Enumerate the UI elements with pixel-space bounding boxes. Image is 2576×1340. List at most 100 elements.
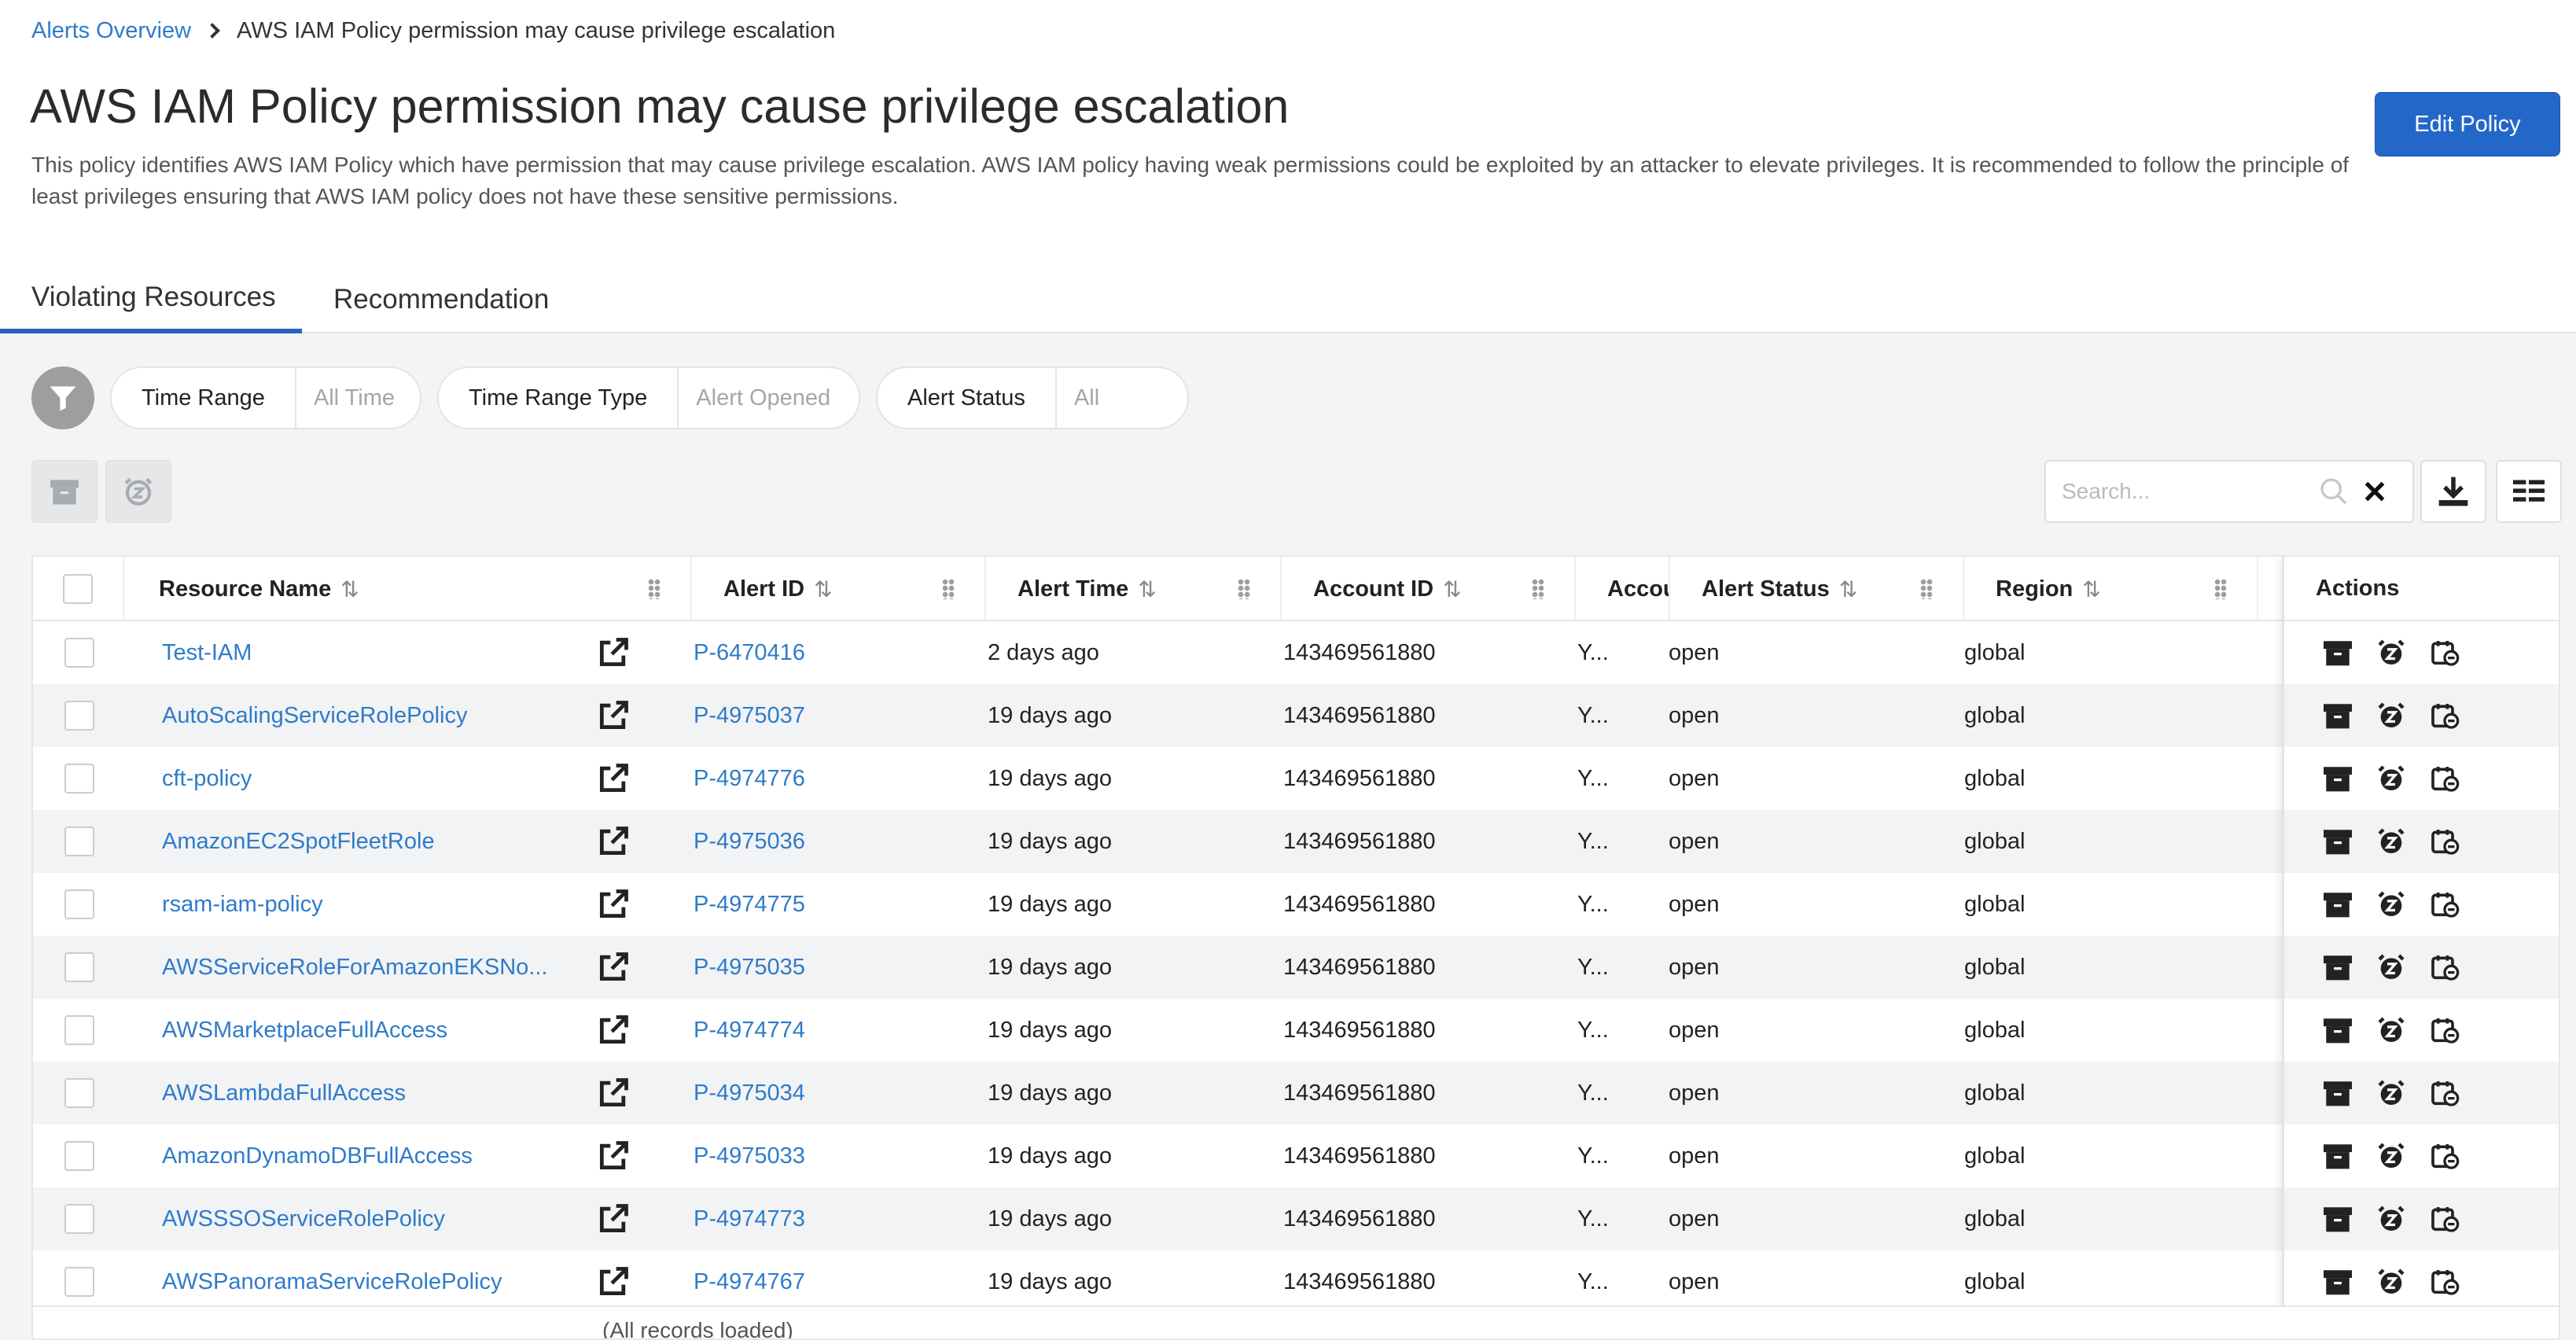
snooze-icon[interactable] <box>2375 1203 2407 1235</box>
external-link-icon[interactable] <box>590 621 637 684</box>
bulk-snooze-button[interactable] <box>105 460 171 523</box>
snooze-icon[interactable] <box>2375 1077 2407 1109</box>
snooze-icon[interactable] <box>2375 700 2407 731</box>
filter-time-range-type[interactable]: Time Range Type Alert Opened <box>437 366 860 429</box>
resource-name-link[interactable]: AWSLambdaFullAccess <box>162 1062 587 1125</box>
row-checkbox[interactable] <box>64 701 94 731</box>
breadcrumb-alerts-overview-link[interactable]: Alerts Overview <box>31 18 191 44</box>
alert-id-link[interactable]: P-6470416 <box>694 621 929 684</box>
snooze-icon[interactable] <box>2375 637 2407 668</box>
exemption-calendar-icon[interactable] <box>2429 1014 2460 1046</box>
resource-name-link[interactable]: AWSServiceRoleForAmazonEKSNo... <box>162 936 587 999</box>
external-link-icon[interactable] <box>590 810 637 873</box>
exemption-calendar-icon[interactable] <box>2429 637 2460 668</box>
dismiss-archive-icon[interactable] <box>2322 637 2353 668</box>
external-link-icon[interactable] <box>590 1062 637 1125</box>
column-header-alert-id[interactable]: Alert ID ⇅ <box>692 557 986 621</box>
table-row[interactable]: rsam-iam-policy P-4974775 19 days ago 14346… <box>33 873 2282 936</box>
external-link-icon[interactable] <box>590 999 637 1062</box>
row-checkbox[interactable] <box>64 826 94 856</box>
table-row[interactable]: AWSSSOServiceRolePolicy P-4974773 19 days … <box>33 1187 2282 1250</box>
exemption-calendar-icon[interactable] <box>2429 889 2460 920</box>
row-checkbox[interactable] <box>64 1078 94 1108</box>
resource-name-link[interactable]: AWSSSOServiceRolePolicy <box>162 1187 587 1250</box>
external-link-icon[interactable] <box>590 684 637 747</box>
resource-name-link[interactable]: AutoScalingServiceRolePolicy <box>162 684 587 747</box>
dismiss-archive-icon[interactable] <box>2322 889 2353 920</box>
alert-id-link[interactable]: P-4974774 <box>694 999 929 1062</box>
row-checkbox[interactable] <box>64 952 94 982</box>
drag-handle-icon[interactable] <box>1532 579 1544 599</box>
table-row[interactable]: Test-IAM P-6470416 2 days ago 143469561880 Y… <box>33 621 2282 684</box>
dismiss-archive-icon[interactable] <box>2322 1203 2353 1235</box>
tab-violating-resources[interactable]: Violating Resources <box>0 266 302 333</box>
exemption-calendar-icon[interactable] <box>2429 1077 2460 1109</box>
search-icon[interactable] <box>2318 476 2350 507</box>
external-link-icon[interactable] <box>590 873 637 936</box>
exemption-calendar-icon[interactable] <box>2429 700 2460 731</box>
external-link-icon[interactable] <box>590 936 637 999</box>
bulk-dismiss-button[interactable] <box>31 460 98 523</box>
snooze-icon[interactable] <box>2375 1140 2407 1172</box>
drag-handle-icon[interactable] <box>1238 579 1250 599</box>
resource-name-link[interactable]: AWSPanoramaServiceRolePolicy <box>162 1250 587 1313</box>
sort-icon[interactable]: ⇅ <box>1138 576 1156 602</box>
column-header-account[interactable]: Accou <box>1576 557 1670 621</box>
row-checkbox[interactable] <box>64 1267 94 1297</box>
alert-id-link[interactable]: P-4974767 <box>694 1250 929 1313</box>
table-row[interactable]: AWSPanoramaServiceRolePolicy P-4974767 19 … <box>33 1250 2282 1313</box>
exemption-calendar-icon[interactable] <box>2429 763 2460 794</box>
exemption-calendar-icon[interactable] <box>2429 826 2460 857</box>
sort-icon[interactable]: ⇅ <box>1443 576 1461 602</box>
resource-name-link[interactable]: Test-IAM <box>162 621 587 684</box>
dismiss-archive-icon[interactable] <box>2322 1077 2353 1109</box>
drag-handle-icon[interactable] <box>648 579 661 599</box>
dismiss-archive-icon[interactable] <box>2322 952 2353 983</box>
external-link-icon[interactable] <box>590 1125 637 1187</box>
alert-id-link[interactable]: P-4975034 <box>694 1062 929 1125</box>
column-header-alert-status[interactable]: Alert Status ⇅ <box>1670 557 1964 621</box>
alert-id-link[interactable]: P-4975037 <box>694 684 929 747</box>
filter-icon[interactable] <box>31 366 94 429</box>
sort-icon[interactable]: ⇅ <box>340 576 359 602</box>
select-all-checkbox[interactable] <box>63 574 93 604</box>
tab-recommendation[interactable]: Recommendation <box>333 266 549 333</box>
row-checkbox[interactable] <box>64 764 94 793</box>
dismiss-archive-icon[interactable] <box>2322 763 2353 794</box>
snooze-icon[interactable] <box>2375 1014 2407 1046</box>
snooze-icon[interactable] <box>2375 889 2407 920</box>
row-checkbox[interactable] <box>64 638 94 668</box>
drag-handle-icon[interactable] <box>2214 579 2227 599</box>
resource-name-link[interactable]: rsam-iam-policy <box>162 873 587 936</box>
close-icon[interactable] <box>2361 477 2389 506</box>
alert-id-link[interactable]: P-4975035 <box>694 936 929 999</box>
external-link-icon[interactable] <box>590 1250 637 1313</box>
dismiss-archive-icon[interactable] <box>2322 1140 2353 1172</box>
column-settings-button[interactable] <box>2496 460 2562 523</box>
row-checkbox[interactable] <box>64 1141 94 1171</box>
dismiss-archive-icon[interactable] <box>2322 1266 2353 1298</box>
exemption-calendar-icon[interactable] <box>2429 952 2460 983</box>
edit-policy-button[interactable]: Edit Policy <box>2375 92 2560 156</box>
row-checkbox[interactable] <box>64 1015 94 1045</box>
alert-id-link[interactable]: P-4974775 <box>694 873 929 936</box>
search-input[interactable] <box>2046 479 2306 504</box>
snooze-icon[interactable] <box>2375 826 2407 857</box>
dismiss-archive-icon[interactable] <box>2322 826 2353 857</box>
snooze-icon[interactable] <box>2375 952 2407 983</box>
filter-time-range[interactable]: Time Range All Time <box>110 366 421 429</box>
resource-name-link[interactable]: AWSMarketplaceFullAccess <box>162 999 587 1062</box>
drag-handle-icon[interactable] <box>1920 579 1933 599</box>
column-header-region[interactable]: Region ⇅ <box>1964 557 2258 621</box>
table-row[interactable]: AWSLambdaFullAccess P-4975034 19 days ago 1… <box>33 1062 2282 1125</box>
table-row[interactable]: AutoScalingServiceRolePolicy P-4975037 19 … <box>33 684 2282 747</box>
alert-id-link[interactable]: P-4974773 <box>694 1187 929 1250</box>
sort-icon[interactable]: ⇅ <box>814 576 832 602</box>
table-row[interactable]: AWSMarketplaceFullAccess P-4974774 19 days… <box>33 999 2282 1062</box>
alert-id-link[interactable]: P-4975033 <box>694 1125 929 1187</box>
alert-id-link[interactable]: P-4974776 <box>694 747 929 810</box>
sort-icon[interactable]: ⇅ <box>1839 576 1857 602</box>
exemption-calendar-icon[interactable] <box>2429 1140 2460 1172</box>
row-checkbox[interactable] <box>64 889 94 919</box>
table-row[interactable]: cft-policy P-4974776 19 days ago 1434695618… <box>33 747 2282 810</box>
